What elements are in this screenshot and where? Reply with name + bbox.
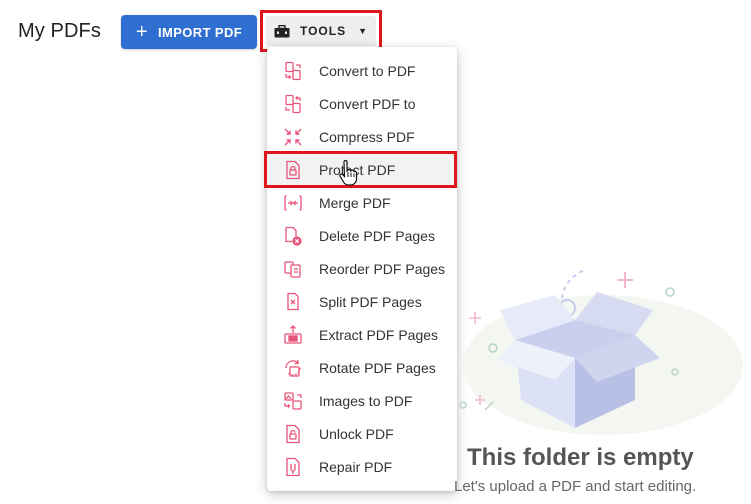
- menu-item-images-to-pdf[interactable]: Images to PDF: [267, 384, 457, 417]
- menu-item-label: Convert PDF to: [319, 95, 416, 112]
- empty-folder-title: This folder is empty: [467, 444, 694, 471]
- menu-item-label: Split PDF Pages: [319, 293, 422, 310]
- hand-cursor-icon: [339, 160, 358, 186]
- compress-icon: [282, 126, 304, 148]
- menu-item-label: Compress PDF: [319, 128, 415, 145]
- convert-to-pdf-icon: [282, 60, 304, 82]
- merge-icon: [282, 192, 304, 214]
- menu-item-label: Merge PDF: [319, 194, 391, 211]
- menu-item-compress-pdf[interactable]: Compress PDF: [267, 120, 457, 153]
- menu-item-split-pdf-pages[interactable]: Split PDF Pages: [267, 285, 457, 318]
- unlock-file-icon: [282, 423, 304, 445]
- menu-item-label: Rotate PDF Pages: [319, 359, 436, 376]
- rotate-pages-icon: [282, 357, 304, 379]
- menu-item-label: Extract PDF Pages: [319, 326, 439, 343]
- menu-item-label: Reorder PDF Pages: [319, 260, 446, 277]
- menu-item-convert-to-pdf[interactable]: Convert to PDF: [267, 54, 457, 87]
- menu-item-protect-pdf[interactable]: Protect PDF: [267, 153, 457, 186]
- menu-item-label: Unlock PDF: [319, 425, 394, 442]
- delete-pages-icon: [282, 225, 304, 247]
- menu-item-rotate-pdf-pages[interactable]: Rotate PDF Pages: [267, 351, 457, 384]
- tools-dropdown-menu: Convert to PDF Convert PDF to Compress P…: [267, 47, 457, 491]
- plus-icon: +: [135, 21, 148, 43]
- toolbox-icon: [274, 24, 290, 37]
- menu-item-unlock-pdf[interactable]: Unlock PDF: [267, 417, 457, 450]
- import-pdf-label: IMPORT PDF: [157, 24, 243, 40]
- page-title: My PDFs: [18, 20, 101, 42]
- tools-button[interactable]: TOOLS ▼: [266, 16, 376, 46]
- menu-item-label: Images to PDF: [319, 392, 413, 409]
- empty-folder-subtitle: Let's upload a PDF and start editing.: [454, 478, 697, 495]
- extract-pages-icon: [282, 324, 304, 346]
- menu-item-reorder-pdf-pages[interactable]: Reorder PDF Pages: [267, 252, 457, 285]
- split-pages-icon: [282, 291, 304, 313]
- menu-item-label: Delete PDF Pages: [319, 227, 435, 244]
- tools-button-highlight: TOOLS ▼: [260, 10, 382, 52]
- import-pdf-button[interactable]: + IMPORT PDF: [121, 15, 257, 49]
- convert-pdf-to-icon: [282, 93, 304, 115]
- lock-file-icon: [282, 159, 304, 181]
- tools-label: TOOLS: [299, 24, 347, 38]
- menu-item-label: Repair PDF: [319, 458, 393, 475]
- menu-item-repair-pdf[interactable]: Repair PDF: [267, 450, 457, 483]
- menu-item-convert-pdf-to[interactable]: Convert PDF to: [267, 87, 457, 120]
- menu-item-merge-pdf[interactable]: Merge PDF: [267, 186, 457, 219]
- images-to-pdf-icon: [282, 390, 304, 412]
- empty-box-illustration: [459, 269, 743, 435]
- reorder-pages-icon: [282, 258, 304, 280]
- menu-item-extract-pdf-pages[interactable]: Extract PDF Pages: [267, 318, 457, 351]
- repair-file-icon: [282, 456, 304, 478]
- caret-down-icon: ▼: [358, 26, 369, 36]
- menu-item-label: Convert to PDF: [319, 62, 416, 79]
- menu-item-delete-pdf-pages[interactable]: Delete PDF Pages: [267, 219, 457, 252]
